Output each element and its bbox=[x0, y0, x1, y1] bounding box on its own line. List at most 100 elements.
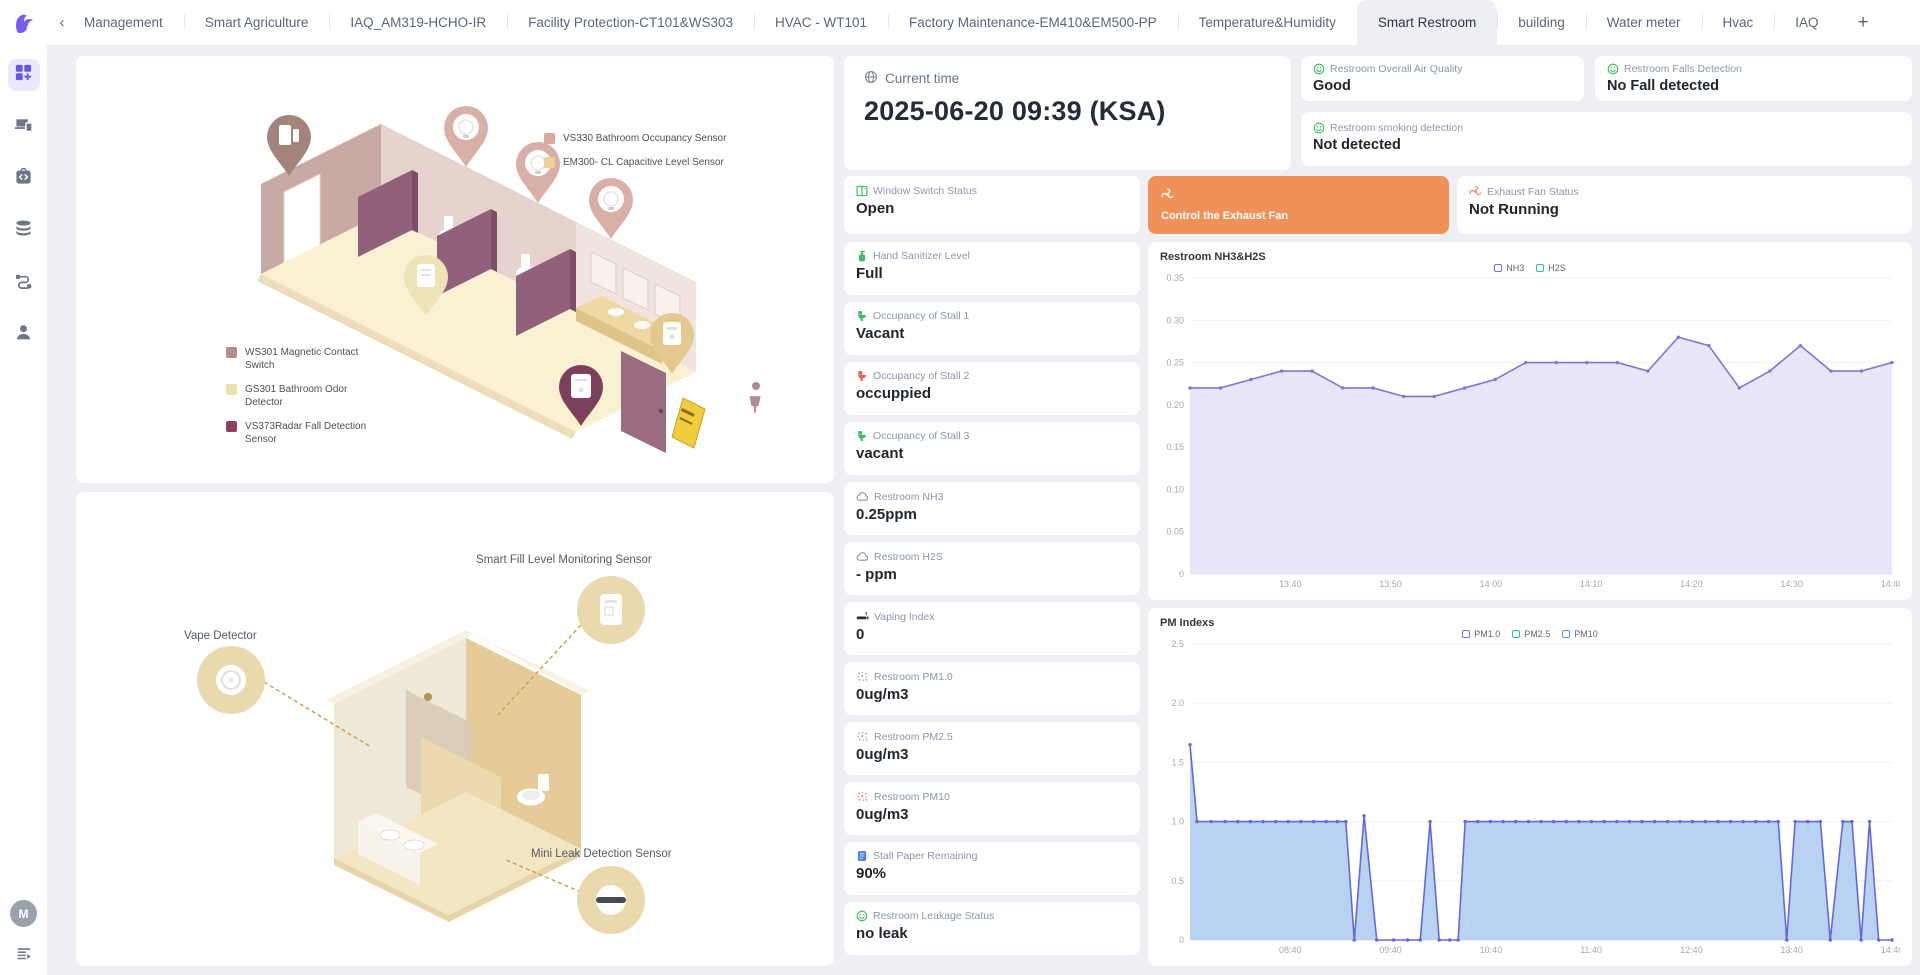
alert-card-air-quality: Restroom Overall Air Quality Good bbox=[1301, 56, 1584, 101]
pm-index-chart-card: PM Indexs PM1.0PM2.5PM10 2.52.01.51.00.5… bbox=[1148, 608, 1912, 966]
restroom-sign bbox=[749, 382, 760, 413]
tab-iaq-am319-hcho-ir[interactable]: IAQ_AM319-HCHO-IR bbox=[329, 0, 507, 45]
charts-column: Restroom NH3&H2S NH3H2S 0.350.300.250.20… bbox=[1148, 242, 1912, 966]
vape-icon bbox=[856, 610, 869, 623]
occupancy-pin-1 bbox=[444, 106, 488, 167]
dust-icon bbox=[856, 730, 869, 743]
log-menu-icon[interactable] bbox=[15, 945, 33, 963]
smiley-icon bbox=[1313, 122, 1325, 134]
tab-management[interactable]: Management bbox=[63, 0, 184, 45]
window-switch-label: Window Switch Status bbox=[873, 185, 977, 197]
metric-card-stall-paper-remaining: Stall Paper Remaining 90% bbox=[844, 842, 1140, 895]
smiley-icon bbox=[1607, 63, 1619, 75]
svg-text:0.20: 0.20 bbox=[1166, 400, 1184, 410]
metric-card-restroom-leakage-status: Restroom Leakage Status no leak bbox=[844, 902, 1140, 955]
current-time-label-row: Current time bbox=[864, 70, 1271, 87]
metrics-column: Hand Sanitizer Level Full Occupancy of S… bbox=[844, 242, 1140, 966]
sidebar-item-database[interactable] bbox=[8, 215, 40, 247]
item-vs330-bathroom-occupancy-sensor: VS330 Bathroom Occupancy Sensor bbox=[544, 132, 726, 145]
illustration-column: VS330 Bathroom Occupancy SensorEM300- CL… bbox=[76, 56, 834, 966]
tab-building[interactable]: building bbox=[1497, 0, 1586, 45]
metric-card-restroom-pm2-5: Restroom PM2.5 0ug/m3 bbox=[844, 722, 1140, 775]
svg-text:1.0: 1.0 bbox=[1171, 817, 1184, 827]
tab-iaq[interactable]: IAQ bbox=[1774, 0, 1839, 45]
metric-card-restroom-pm1-0: Restroom PM1.0 0ug/m3 bbox=[844, 662, 1140, 715]
svg-text:0.10: 0.10 bbox=[1166, 484, 1184, 494]
control-exhaust-fan-button[interactable]: Control the Exhaust Fan bbox=[1148, 176, 1449, 234]
leak-sensor-icon bbox=[577, 866, 645, 934]
tab-smart-restroom[interactable]: Smart Restroom bbox=[1357, 0, 1497, 45]
metric-card-restroom-pm10: Restroom PM10 0ug/m3 bbox=[844, 782, 1140, 835]
toilet-icon bbox=[856, 430, 868, 442]
toilet-icon bbox=[856, 310, 868, 322]
tab-factory-maintenance-em410-em500-pp[interactable]: Factory Maintenance-EM410&EM500-PP bbox=[888, 0, 1178, 45]
svg-text:09:40: 09:40 bbox=[1379, 945, 1402, 955]
legend-swatch bbox=[544, 133, 555, 144]
item-vs373radar-fall-detection-sensor: VS373Radar Fall Detection Sensor bbox=[226, 420, 373, 446]
sidebar-item-package[interactable] bbox=[8, 163, 40, 195]
legend-item-pm2-5[interactable]: PM2.5 bbox=[1512, 629, 1550, 639]
nh3-h2s-chart-card: Restroom NH3&H2S NH3H2S 0.350.300.250.20… bbox=[1148, 242, 1912, 600]
svg-text:14:40: 14:40 bbox=[1881, 945, 1900, 955]
add-tab-button[interactable]: + bbox=[1840, 0, 1887, 45]
nh3-h2s-chart-plot: 0.350.300.250.200.150.100.05013:4013:501… bbox=[1158, 272, 1900, 592]
legend-item-pm1-0[interactable]: PM1.0 bbox=[1462, 629, 1500, 639]
legend-item-nh3[interactable]: NH3 bbox=[1494, 263, 1524, 273]
svg-text:0: 0 bbox=[1179, 935, 1184, 945]
sidebar-item-dashboard[interactable] bbox=[8, 59, 40, 91]
svg-text:2.0: 2.0 bbox=[1171, 698, 1184, 708]
floorplan-legend-left: WS301 Magnetic Contact SwitchGS301 Bathr… bbox=[226, 346, 373, 457]
workflow-icon bbox=[14, 271, 33, 295]
exhaust-fan-status-value: Not Running bbox=[1469, 201, 1900, 218]
metric-card-occupancy-stall-3: Occupancy of Stall 3 vacant bbox=[844, 422, 1140, 475]
tab-facility-protection-ct101-ws303[interactable]: Facility Protection-CT101&WS303 bbox=[507, 0, 754, 45]
legend-item-pm10[interactable]: PM10 bbox=[1562, 629, 1598, 639]
chart-svg: 2.52.01.51.00.5008:4009:4010:4011:4012:4… bbox=[1158, 638, 1900, 958]
exhaust-fan-status-label: Exhaust Fan Status bbox=[1487, 186, 1579, 198]
tab-hvac[interactable]: Hvac bbox=[1702, 0, 1775, 45]
legend-item-h2s[interactable]: H2S bbox=[1536, 263, 1566, 273]
svg-text:14:30: 14:30 bbox=[1780, 579, 1803, 589]
svg-text:0.15: 0.15 bbox=[1166, 442, 1184, 452]
svg-text:0.5: 0.5 bbox=[1171, 876, 1184, 886]
tabs: ManagementSmart AgricultureIAQ_AM319-HCH… bbox=[77, 0, 1840, 45]
cloud-icon bbox=[856, 550, 869, 563]
tabs-back-button[interactable]: ‹ bbox=[47, 0, 77, 45]
exhaust-fan-status-card: Exhaust Fan Status Not Running bbox=[1457, 176, 1912, 234]
control-exhaust-fan-label: Control the Exhaust Fan bbox=[1161, 210, 1436, 222]
sanitizer-icon bbox=[856, 250, 868, 262]
status-region: Current time 2025-06-20 09:39 (KSA) Rest… bbox=[844, 56, 1912, 966]
legend-swatch bbox=[1512, 630, 1520, 638]
svg-text:14:20: 14:20 bbox=[1680, 579, 1703, 589]
svg-text:12:40: 12:40 bbox=[1680, 945, 1703, 955]
tab-water-meter[interactable]: Water meter bbox=[1586, 0, 1702, 45]
legend-swatch bbox=[226, 421, 237, 432]
tab-hvac-wt101[interactable]: HVAC - WT101 bbox=[754, 0, 888, 45]
sidebar-item-workflow[interactable] bbox=[8, 267, 40, 299]
avatar[interactable]: M bbox=[10, 900, 37, 927]
vape-detector-icon bbox=[197, 646, 265, 714]
pm-index-chart-plot: 2.52.01.51.00.5008:4009:4010:4011:4012:4… bbox=[1158, 638, 1900, 958]
window-icon bbox=[856, 185, 868, 197]
metric-card-hand-sanitizer-level: Hand Sanitizer Level Full bbox=[844, 242, 1140, 295]
alert-card-falls-detection: Restroom Falls Detection No Fall detecte… bbox=[1595, 56, 1912, 101]
svg-text:2.5: 2.5 bbox=[1171, 639, 1184, 649]
globe-icon bbox=[864, 70, 878, 87]
svg-text:0: 0 bbox=[1179, 569, 1184, 579]
app-root: M ‹ ManagementSmart AgricultureIAQ_AM319… bbox=[0, 0, 1920, 975]
item-gs301-bathroom-odor-detector: GS301 Bathroom Odor Detector bbox=[226, 383, 373, 409]
svg-text:14:00: 14:00 bbox=[1480, 579, 1503, 589]
current-time-card: Current time 2025-06-20 09:39 (KSA) bbox=[844, 56, 1291, 170]
database-icon bbox=[14, 219, 33, 243]
metric-card-vaping-index: Vaping Index 0 bbox=[844, 602, 1140, 655]
user-icon bbox=[14, 323, 33, 347]
app-logo[interactable] bbox=[9, 9, 39, 39]
devices-icon bbox=[14, 115, 33, 139]
tab-temperature-humidity[interactable]: Temperature&Humidity bbox=[1178, 0, 1357, 45]
sidebar-item-devices[interactable] bbox=[8, 111, 40, 143]
svg-text:0.35: 0.35 bbox=[1166, 273, 1184, 283]
floorplan-legend-right: VS330 Bathroom Occupancy SensorEM300- CL… bbox=[544, 132, 726, 180]
tab-smart-agriculture[interactable]: Smart Agriculture bbox=[184, 0, 330, 45]
svg-text:10:40: 10:40 bbox=[1480, 945, 1503, 955]
sidebar-item-user[interactable] bbox=[8, 319, 40, 351]
